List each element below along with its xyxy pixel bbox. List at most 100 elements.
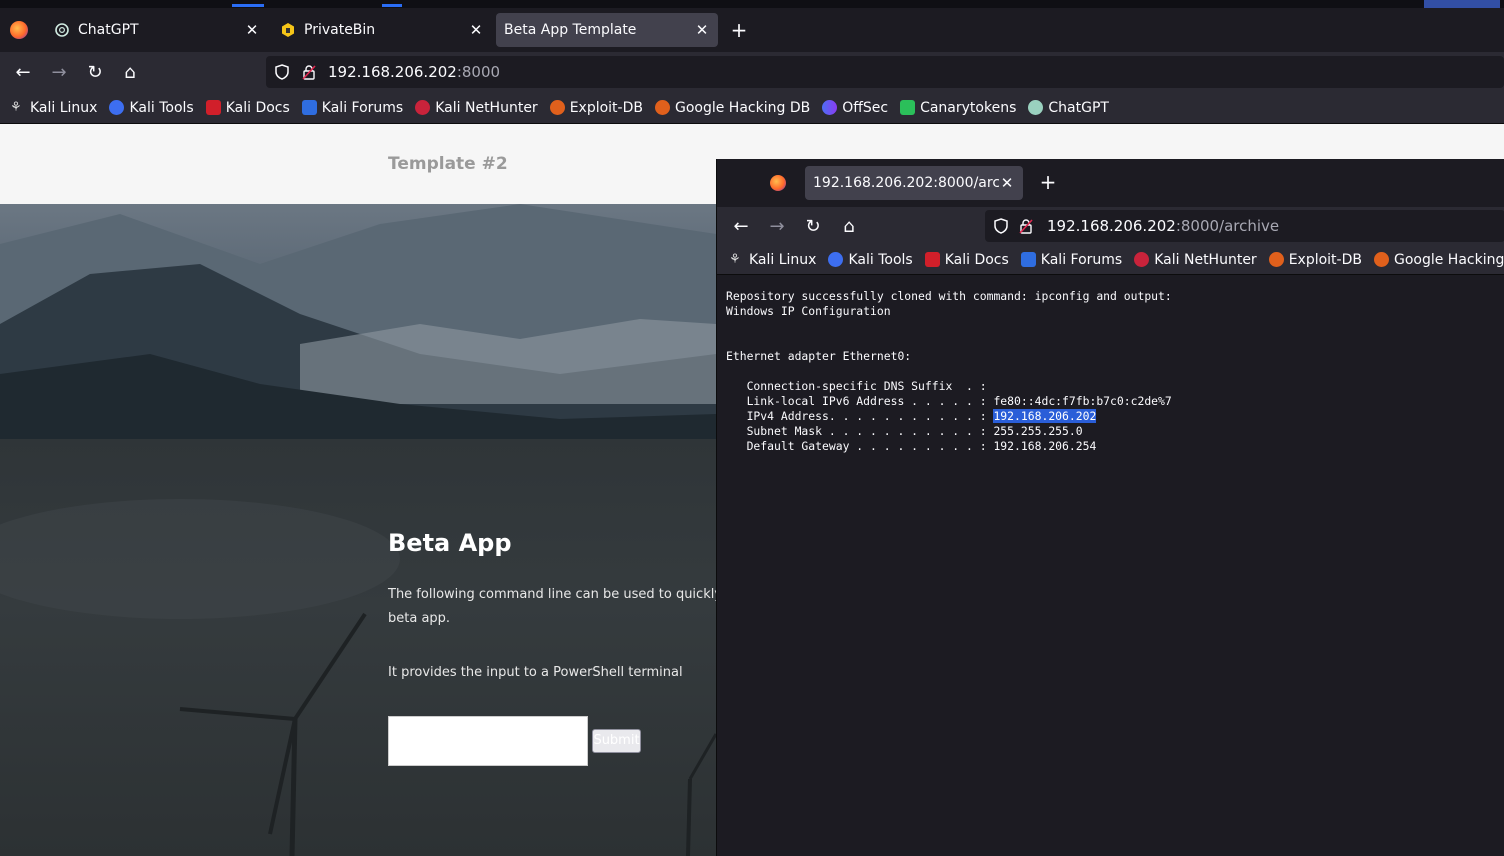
canarytokens-icon: [900, 100, 916, 115]
bookmark-kali-nethunter[interactable]: Kali NetHunter: [415, 100, 538, 116]
bookmark-label: Kali Linux: [749, 251, 817, 268]
url-path: :8000: [456, 63, 501, 81]
page-heading: Beta App: [388, 529, 512, 557]
kali-docs-icon: [924, 252, 940, 267]
bookmark-label: Kali Docs: [944, 251, 1009, 268]
tab-title: PrivateBin: [304, 22, 376, 38]
top-system-strip: [0, 0, 1504, 8]
second-nav-bar: ← → ↻ ⌂ 192.168.206.202:8000/archive: [717, 207, 1504, 245]
bookmark-kali-tools[interactable]: Kali Tools: [109, 99, 194, 116]
bookmark-kali-forums[interactable]: Kali Forums: [1020, 251, 1123, 268]
kali-dragon-icon: ⚘: [10, 100, 22, 115]
bookmark-kali-tools[interactable]: Kali Tools: [828, 251, 913, 268]
tab-archive[interactable]: 192.168.206.202:8000/archiv ✕: [805, 166, 1023, 200]
home-icon[interactable]: ⌂: [837, 214, 861, 238]
system-graph: [1424, 0, 1500, 8]
bookmark-kali-nethunter[interactable]: Kali NetHunter: [1134, 251, 1257, 268]
forward-arrow-icon[interactable]: →: [765, 214, 789, 238]
selected-ipv4-address[interactable]: 192.168.206.202: [993, 409, 1097, 423]
tab-title: 192.168.206.202:8000/archiv: [813, 175, 999, 191]
firefox-icon[interactable]: [10, 21, 28, 39]
bookmark-offsec[interactable]: OffSec: [822, 100, 888, 116]
kali-tools-icon: [109, 100, 125, 115]
bookmark-label: Google Hacking DB: [674, 99, 811, 116]
output-line: Connection-specific DNS Suffix . :: [726, 379, 987, 393]
output-line: Link-local IPv6 Address . . . . . : fe80…: [726, 394, 1172, 408]
url-bar[interactable]: 192.168.206.202:8000/archive: [985, 210, 1504, 242]
bookmark-chatgpt[interactable]: ChatGPT: [1028, 100, 1109, 116]
second-bookmarks-toolbar: ⚘ Kali Linux Kali Tools Kali Docs Kali Fo…: [717, 245, 1504, 275]
ghdb-icon: [654, 100, 670, 115]
output-line: Windows IP Configuration: [726, 304, 891, 318]
kali-forums-icon: [301, 100, 317, 115]
new-tab-button[interactable]: +: [728, 20, 750, 42]
bookmark-label: Kali Linux: [30, 99, 98, 116]
home-icon[interactable]: ⌂: [118, 60, 142, 84]
shield-icon[interactable]: [993, 218, 1011, 234]
bookmark-google-hacking-db[interactable]: Google Hacking DB: [654, 99, 811, 116]
url-text: 192.168.206.202:8000: [328, 63, 500, 81]
description-line-2: beta app.: [388, 611, 451, 626]
bookmark-canarytokens[interactable]: Canarytokens: [900, 100, 1016, 116]
url-host: 192.168.206.202: [1047, 217, 1176, 235]
bookmark-label: Kali Forums: [321, 99, 404, 116]
bookmark-label: ChatGPT: [1048, 99, 1109, 116]
tab-beta-app-template[interactable]: Beta App Template ✕: [496, 13, 718, 47]
kali-tools-icon: [828, 252, 844, 267]
url-text: 192.168.206.202:8000/archive: [1047, 217, 1279, 235]
close-icon[interactable]: ✕: [244, 21, 260, 39]
bookmark-kali-docs[interactable]: Kali Docs: [205, 99, 290, 116]
firefox-icon[interactable]: [770, 175, 786, 191]
insecure-lock-icon[interactable]: [302, 64, 318, 80]
bookmark-kali-docs[interactable]: Kali Docs: [924, 251, 1009, 268]
bookmark-google-hacking-db[interactable]: Google Hacking DB: [1373, 252, 1504, 268]
bookmark-label: Kali NetHunter: [1154, 251, 1257, 268]
new-tab-button[interactable]: +: [1037, 172, 1059, 194]
close-icon[interactable]: ✕: [468, 21, 484, 39]
tab-title: ChatGPT: [78, 22, 139, 38]
taskbar-indicator: [382, 4, 402, 7]
tab-chatgpt[interactable]: ChatGPT ✕: [46, 13, 268, 47]
bookmark-exploit-db[interactable]: Exploit-DB: [549, 100, 643, 116]
back-arrow-icon[interactable]: ←: [729, 214, 753, 238]
insecure-lock-icon[interactable]: [1019, 218, 1035, 234]
reload-icon[interactable]: ↻: [801, 214, 825, 238]
second-browser-window: 192.168.206.202:8000/archiv ✕ + ← → ↻ ⌂ …: [716, 159, 1504, 856]
bookmark-label: Kali Docs: [225, 99, 290, 116]
wind-turbine-background: [0, 499, 716, 856]
output-line: Default Gateway . . . . . . . . . : 192.…: [726, 439, 1097, 453]
output-line: Repository successfully cloned with comm…: [726, 289, 1172, 303]
bookmark-exploit-db[interactable]: Exploit-DB: [1268, 251, 1362, 268]
main-nav-bar: ← → ↻ ⌂ 192.168.206.202:8000: [0, 52, 1504, 92]
url-bar[interactable]: 192.168.206.202:8000: [266, 56, 1504, 88]
kali-dragon-icon: ⚘: [729, 252, 741, 267]
close-icon[interactable]: ✕: [999, 174, 1015, 192]
command-output-page: Repository successfully cloned with comm…: [717, 275, 1504, 856]
bookmark-label: Kali Tools: [848, 251, 913, 268]
ghdb-icon: [1373, 252, 1389, 267]
back-arrow-icon[interactable]: ←: [11, 60, 35, 84]
close-icon[interactable]: ✕: [694, 21, 710, 39]
reload-icon[interactable]: ↻: [83, 60, 107, 84]
url-path: :8000/archive: [1175, 217, 1280, 235]
submit-button[interactable]: Submit: [592, 729, 641, 753]
kali-forums-icon: [1020, 252, 1036, 267]
bookmark-label: Kali Tools: [129, 99, 194, 116]
privatebin-icon: [280, 22, 296, 38]
powershell-description: It provides the input to a PowerShell te…: [388, 665, 683, 680]
taskbar-indicator: [232, 4, 264, 7]
bookmark-label: Exploit-DB: [1288, 251, 1362, 268]
tab-privatebin[interactable]: PrivateBin ✕: [272, 13, 492, 47]
tab-title: Beta App Template: [504, 22, 637, 38]
bookmark-label: Kali Forums: [1040, 251, 1123, 268]
bookmark-kali-linux[interactable]: ⚘ Kali Linux: [729, 252, 816, 268]
shield-icon[interactable]: [274, 64, 292, 80]
site-brand[interactable]: Template #2: [388, 154, 508, 174]
forward-arrow-icon[interactable]: →: [47, 60, 71, 84]
chatgpt-icon: [1028, 100, 1044, 115]
bookmark-kali-forums[interactable]: Kali Forums: [301, 99, 404, 116]
nethunter-icon: [1134, 252, 1150, 267]
bookmark-kali-linux[interactable]: ⚘ Kali Linux: [10, 100, 97, 116]
command-input[interactable]: [388, 716, 588, 766]
output-line: Subnet Mask . . . . . . . . . . . : 255.…: [726, 424, 1083, 438]
